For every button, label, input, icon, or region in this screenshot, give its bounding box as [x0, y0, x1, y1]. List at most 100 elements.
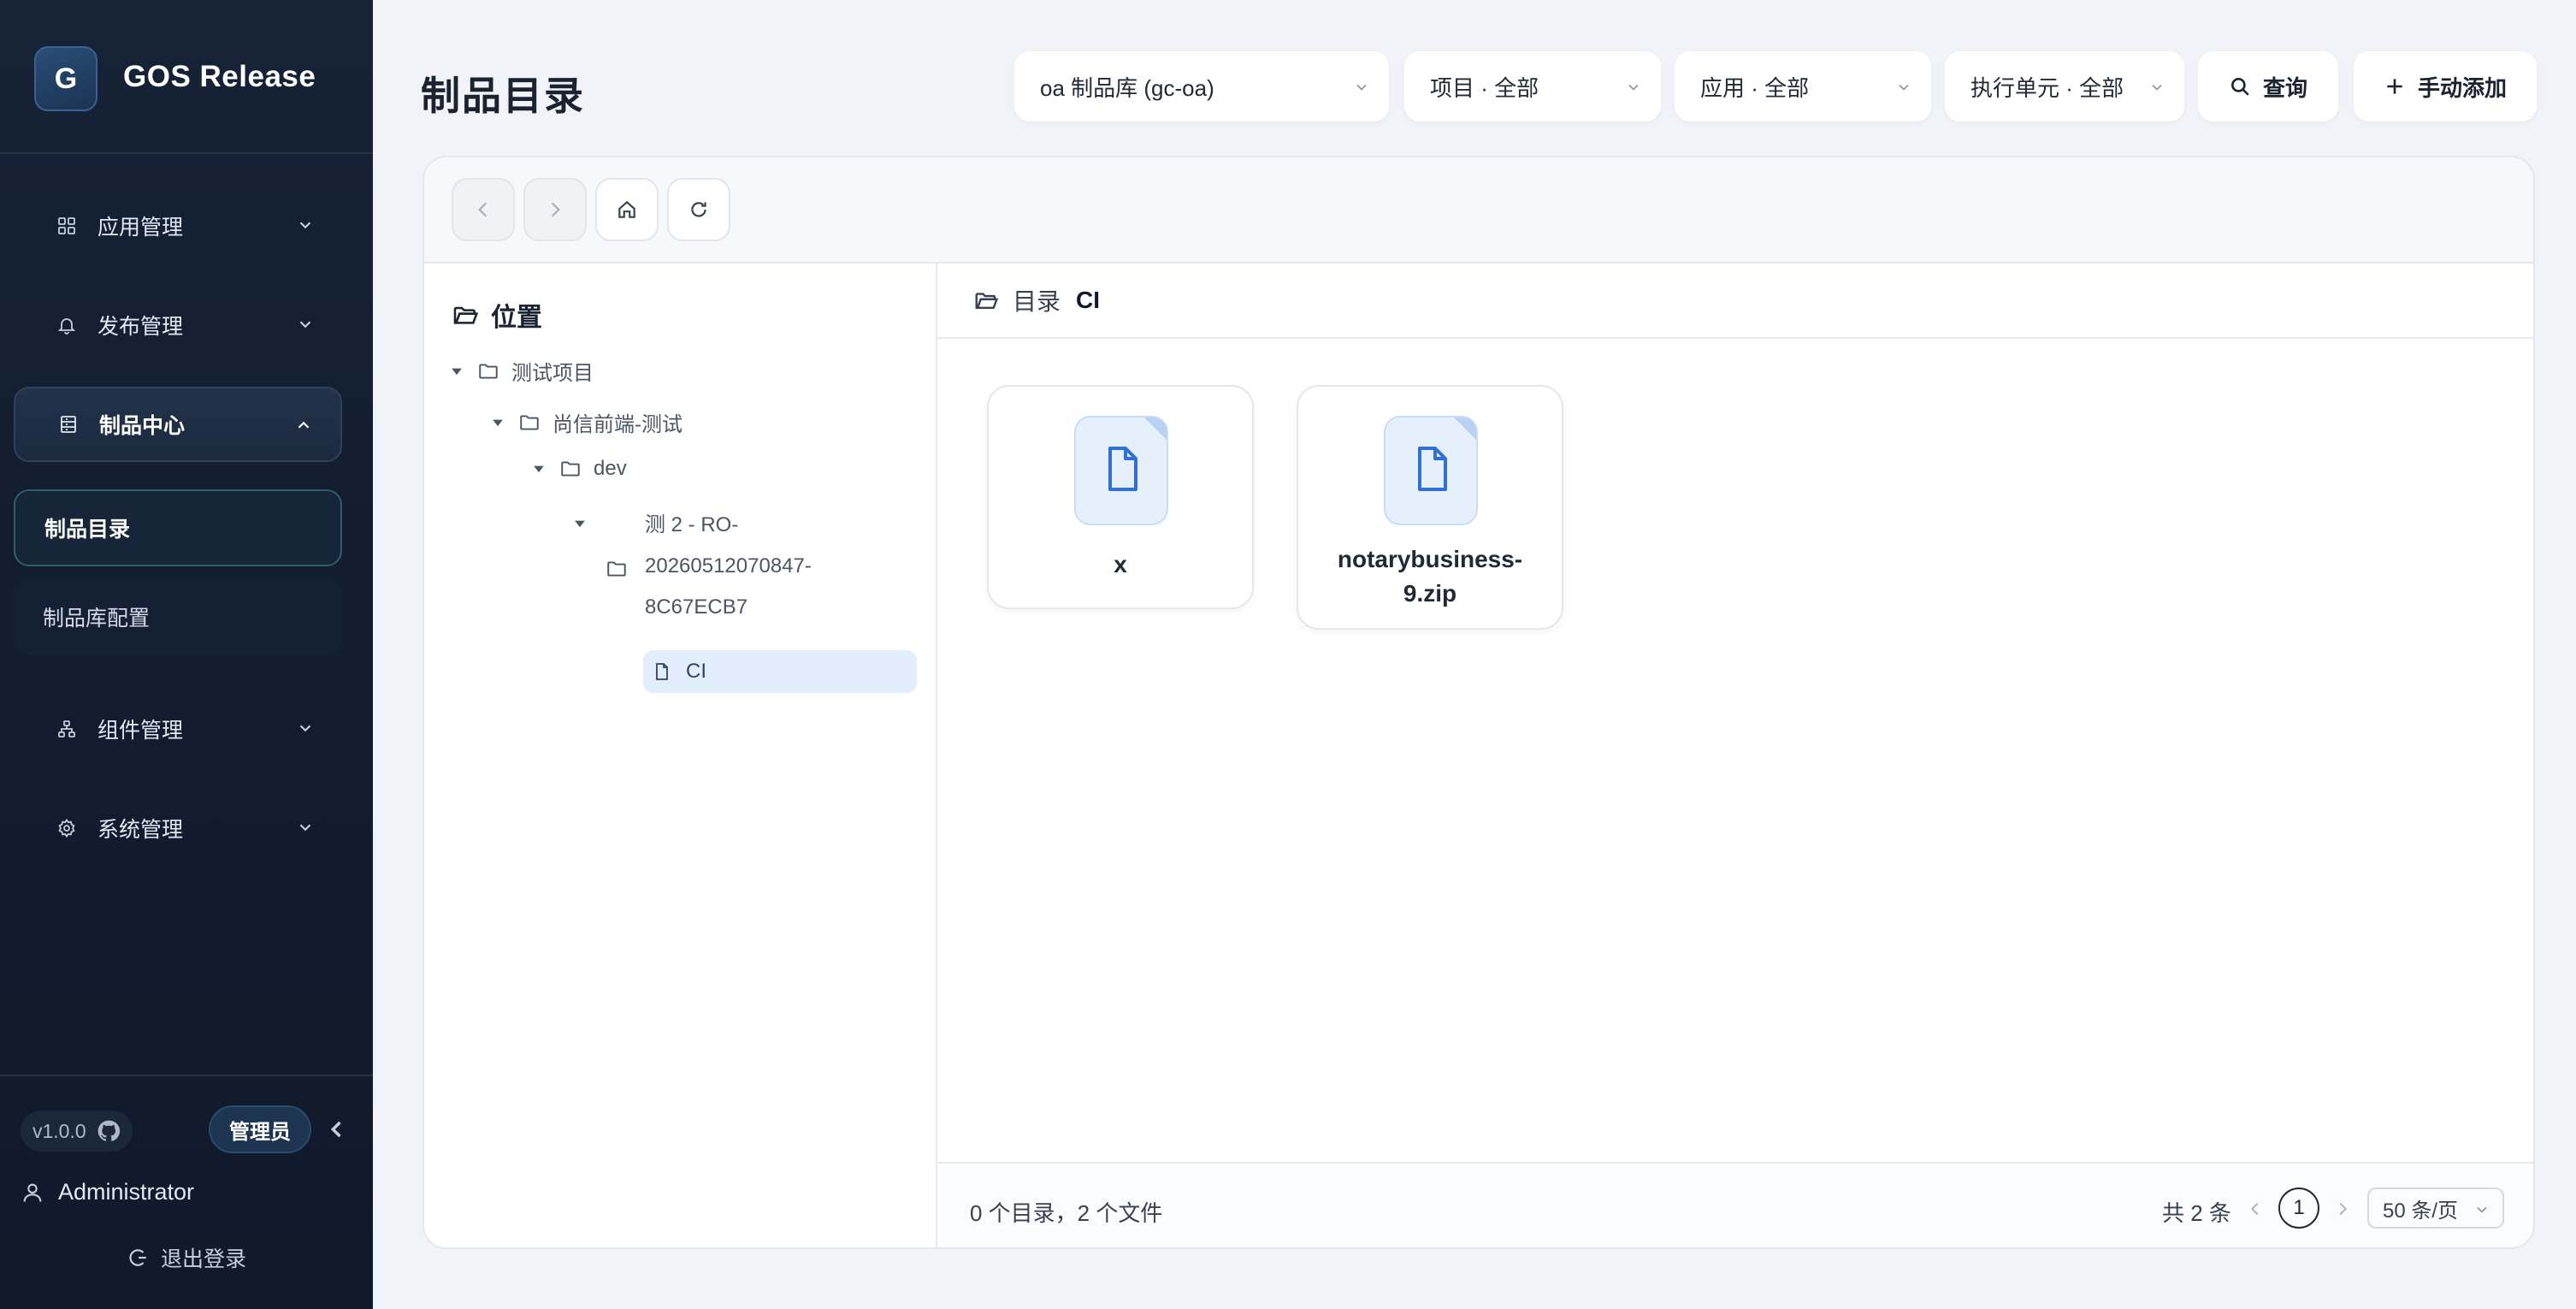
refresh-button[interactable] [667, 178, 730, 241]
project-select[interactable]: 项目 · 全部 [1404, 51, 1661, 121]
app-select[interactable]: 应用 · 全部 [1675, 51, 1931, 121]
tree-node-label-line: 8C67ECB7 [645, 595, 748, 619]
execution-unit-select-value: 执行单元 · 全部 [1970, 74, 2124, 101]
chevron-down-icon [2477, 1206, 2487, 1213]
tree-node-label: CI [686, 660, 706, 683]
tree-node-ci[interactable]: CI [643, 650, 917, 693]
user-info: Administrator [21, 1179, 194, 1205]
file-card-x[interactable]: x [987, 385, 1254, 609]
execution-unit-select[interactable]: 执行单元 · 全部 [1945, 51, 2184, 121]
tree-header: 位置 [452, 296, 542, 334]
next-page-icon[interactable] [2333, 1199, 2352, 1218]
collapse-sidebar-icon[interactable] [325, 1117, 349, 1141]
logout-icon [129, 1249, 146, 1266]
chevron-down-icon [2152, 84, 2162, 91]
tree-node-label: dev [594, 457, 627, 480]
network-icon [58, 720, 75, 737]
brand: G GOS Release [0, 0, 373, 154]
file-name-line: 9.zip [1403, 580, 1457, 607]
file-name: x [1114, 551, 1127, 578]
sidebar: G GOS Release 应用管理 发布管理 制品中心 制品目录 制品库配置 … [0, 0, 373, 1309]
chevron-left-icon [478, 202, 487, 217]
tree-node-label: 尚信前端-测试 [552, 413, 682, 436]
folder-open-icon [453, 306, 479, 324]
archive-icon [61, 416, 76, 433]
file-icon [656, 663, 668, 680]
sidebar-item-repo-config[interactable]: 制品库配置 [14, 578, 342, 655]
nav-group-system-management[interactable]: 系统管理 [14, 791, 342, 866]
chevron-down-icon [299, 222, 311, 229]
plus-icon [2387, 79, 2402, 94]
nav-group-release-management[interactable]: 发布管理 [14, 287, 342, 363]
file-card-notarybusiness[interactable]: notarybusiness- 9.zip [1297, 385, 1563, 630]
sidebar-item-label: 制品目录 [44, 518, 131, 542]
nav-group-component-management[interactable]: 组件管理 [14, 691, 342, 767]
back-button[interactable] [452, 178, 515, 241]
nav-group-artifact-center[interactable]: 制品中心 [14, 387, 342, 462]
sidebar-item-label: 制品库配置 [43, 607, 151, 631]
search-icon [2231, 78, 2249, 96]
caret-down-icon [575, 520, 585, 528]
page-title: 制品目录 [421, 74, 585, 118]
user-icon [23, 1183, 42, 1202]
tree-node-frontend-test[interactable]: 尚信前端-测试 [489, 407, 682, 437]
brand-logo: G [34, 46, 97, 111]
prev-page-icon[interactable] [2246, 1199, 2265, 1218]
chevron-down-icon [1899, 84, 1909, 91]
github-icon[interactable] [97, 1119, 121, 1143]
repo-select-value: oa 制品库 (gc-oa) [1040, 74, 1214, 101]
bell-icon [57, 318, 76, 335]
caret-down-icon [452, 368, 462, 375]
search-button[interactable]: 查询 [2198, 51, 2338, 121]
breadcrumb-current: CI [1076, 287, 1101, 313]
catalog-panel: 位置 测试项目 尚信前端-测试 dev 测 2 - RO- 2026051207… [422, 156, 2535, 1249]
pagination-page[interactable]: 1 [2278, 1188, 2319, 1229]
forward-button[interactable] [523, 178, 587, 241]
file-icon [1074, 416, 1168, 525]
folder-icon [607, 561, 626, 577]
pagination-total: 共 2 条 [2162, 1200, 2231, 1226]
refresh-icon [691, 202, 706, 217]
logout-label: 退出登录 [161, 1247, 247, 1271]
nav-group-app-management[interactable]: 应用管理 [14, 188, 342, 264]
tree-node-release[interactable]: 测 2 - RO- 20260512070847- 8C67ECB7 [571, 505, 913, 633]
chevron-right-icon [551, 202, 560, 217]
chevron-down-icon [1356, 84, 1367, 91]
chevron-down-icon [299, 725, 311, 732]
home-button[interactable] [595, 178, 659, 241]
tree-title: 位置 [491, 304, 542, 332]
version-text: v1.0.0 [32, 1119, 86, 1142]
page-size-value: 50 条/页 [2383, 1199, 2459, 1223]
gear-icon [58, 818, 75, 838]
file-icon [1384, 416, 1478, 525]
tree-node-test-project[interactable]: 测试项目 [448, 356, 594, 386]
breadcrumb: 目录 CI [937, 264, 2533, 339]
sidebar-footer: v1.0.0 管理员 Administrator 退出登录 [0, 1075, 373, 1309]
caret-down-icon [534, 465, 544, 473]
brand-title: GOS Release [123, 60, 316, 93]
tree-node-label: 测试项目 [511, 362, 594, 385]
logout-button[interactable]: 退出登录 [127, 1242, 246, 1273]
file-name-line: notarybusiness- [1337, 546, 1523, 572]
project-select-value: 项目 · 全部 [1430, 74, 1539, 101]
breadcrumb-root[interactable]: 目录 [1013, 283, 1061, 317]
nav-group-label: 发布管理 [97, 315, 184, 339]
folder-icon [561, 461, 580, 477]
app-select-value: 应用 · 全部 [1700, 74, 1810, 101]
manual-add-button[interactable]: 手动添加 [2354, 51, 2537, 121]
folder-icon [479, 363, 498, 379]
nav-group-label: 制品中心 [99, 414, 186, 438]
chevron-down-icon [299, 824, 311, 832]
chevron-down-icon [299, 321, 311, 329]
tree-node-dev[interactable]: dev [530, 457, 627, 481]
repo-select[interactable]: oa 制品库 (gc-oa) [1014, 51, 1389, 121]
navigation-toolbar [424, 157, 2533, 264]
list-footer: 0 个目录，2 个文件 共 2 条 1 50 条/页 [937, 1162, 2533, 1247]
file-browser: 目录 CI x notarybusiness- 9.zip 0 个目录，2 个文… [937, 264, 2533, 1247]
user-name: Administrator [58, 1179, 195, 1205]
item-summary: 0 个目录，2 个文件 [970, 1200, 1163, 1226]
folder-open-icon [975, 293, 999, 309]
sidebar-item-artifact-catalog[interactable]: 制品目录 [14, 489, 342, 566]
location-tree: 位置 测试项目 尚信前端-测试 dev 测 2 - RO- 2026051207… [424, 264, 937, 1247]
page-size-select[interactable]: 50 条/页 [2367, 1188, 2504, 1229]
